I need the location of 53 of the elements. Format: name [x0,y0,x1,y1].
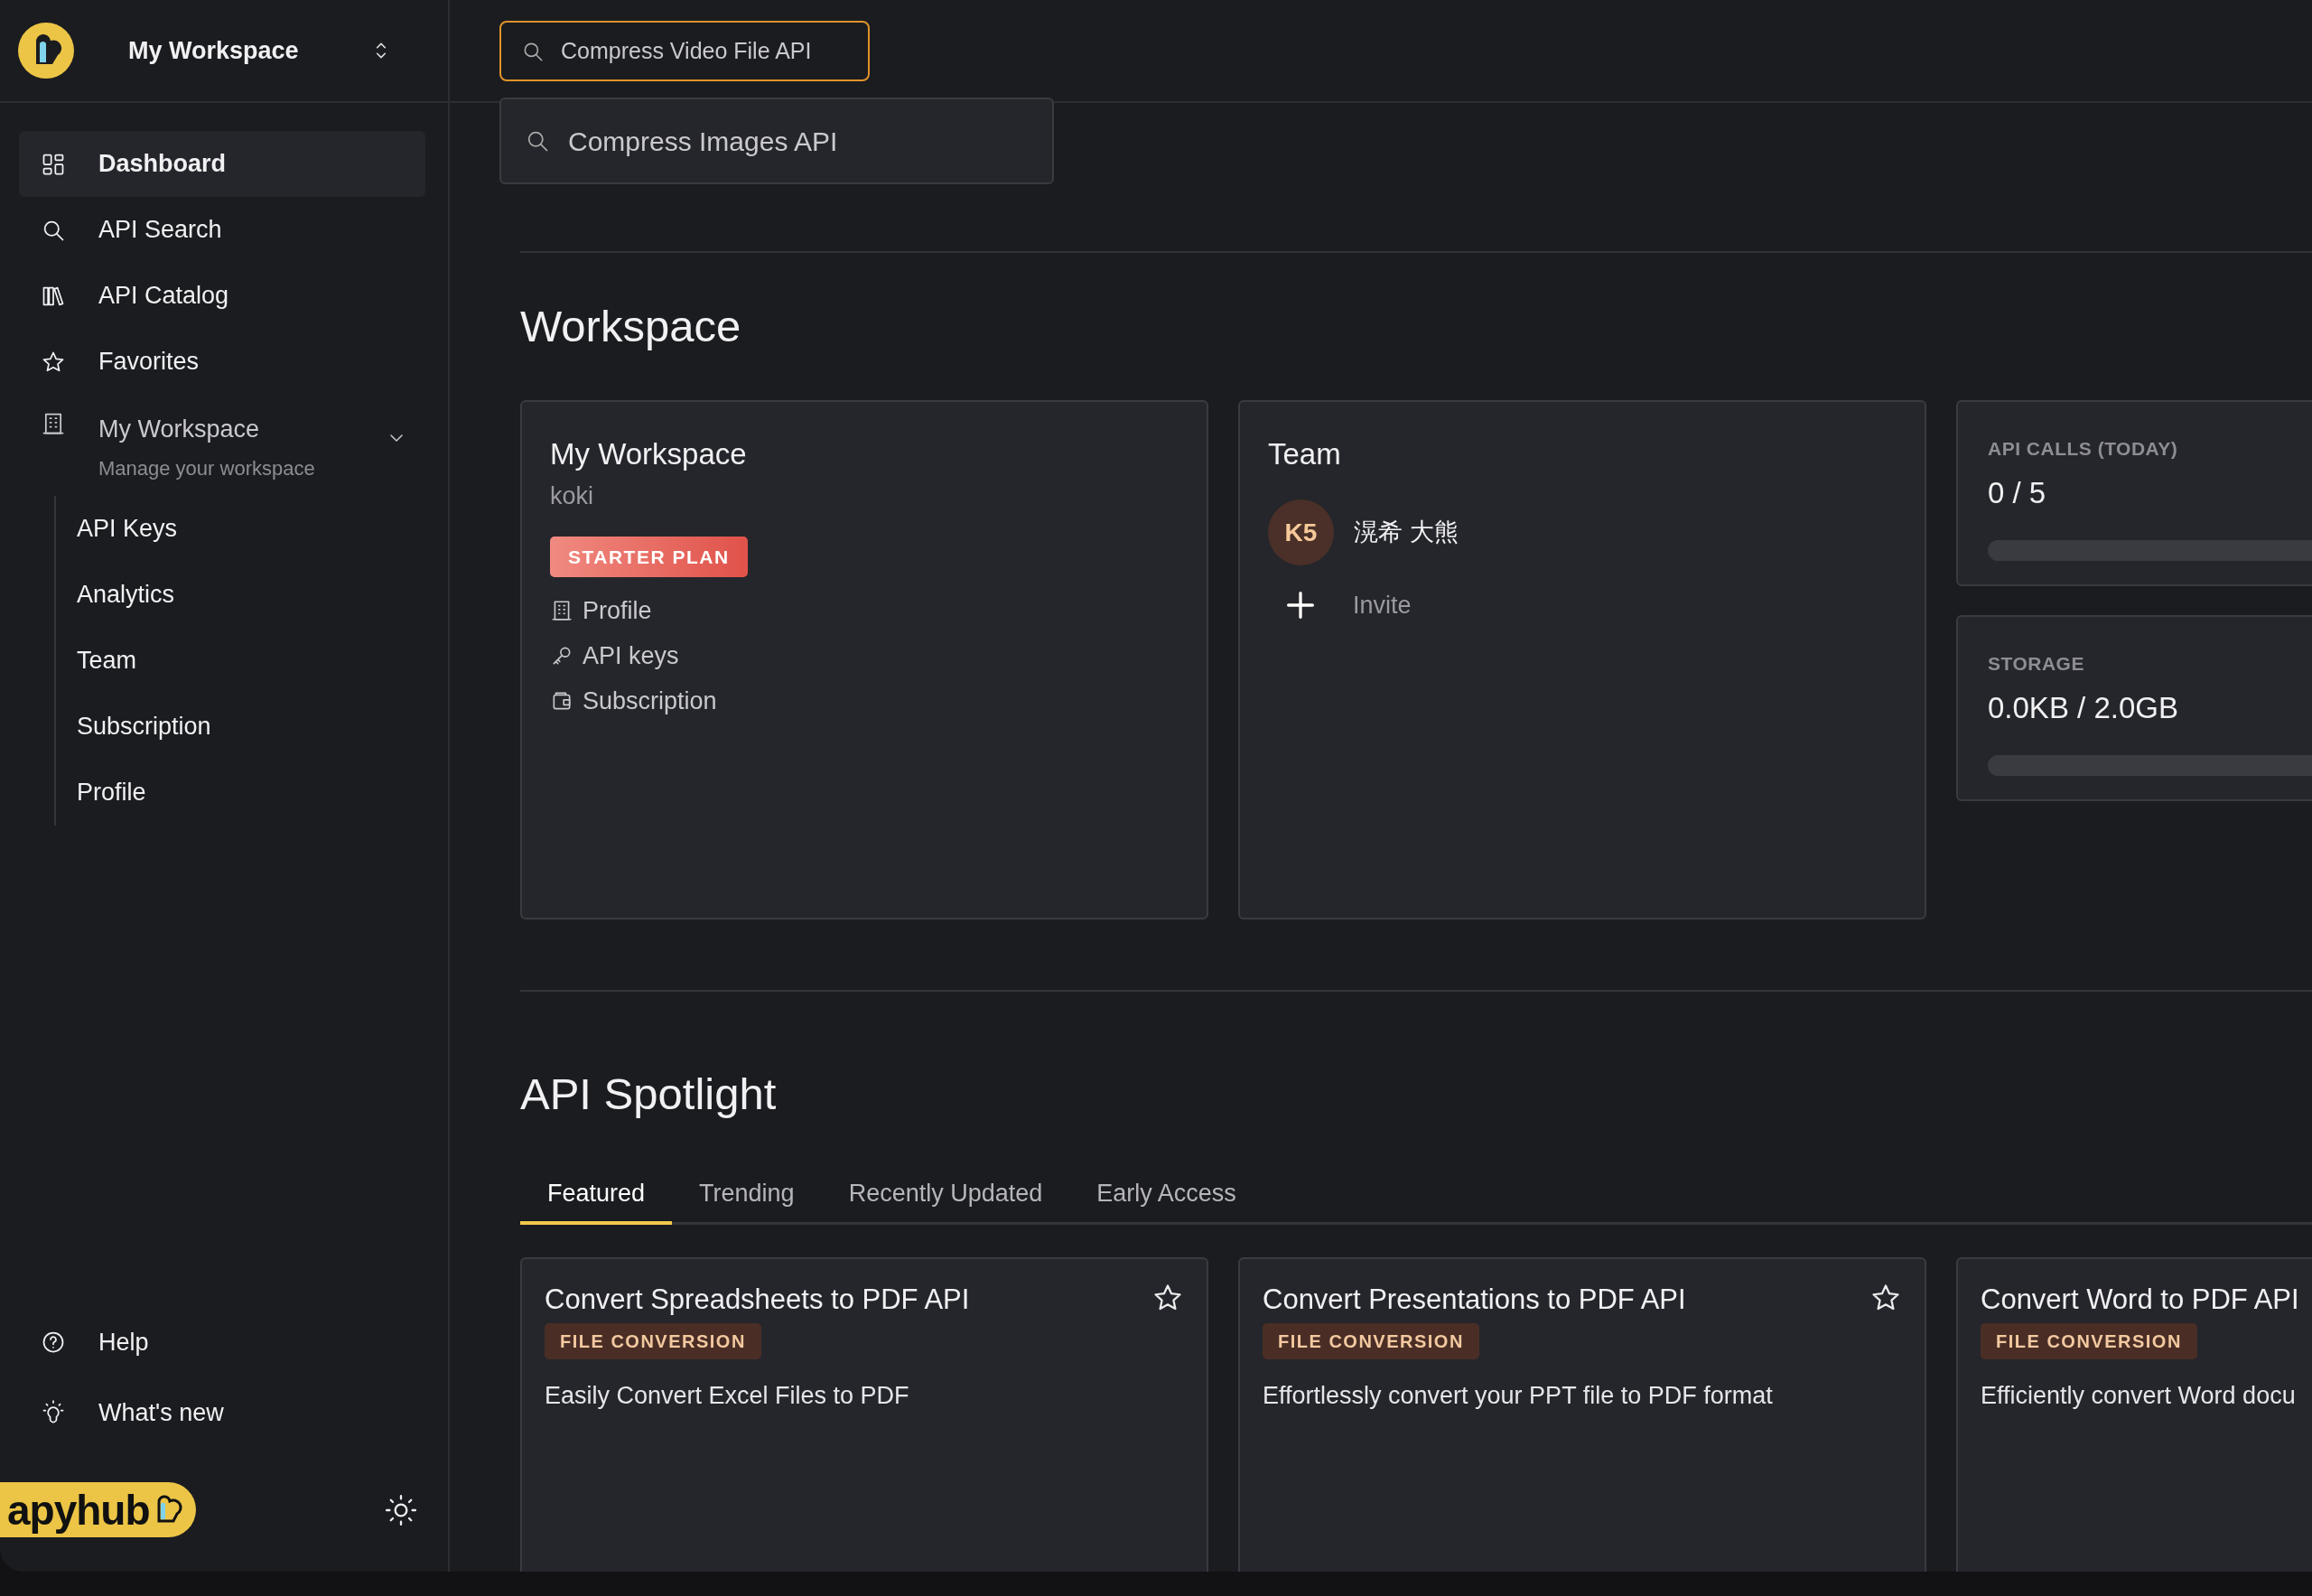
api-description: Effortlessly convert your PPT file to PDF format [1263,1381,1774,1411]
api-description: Easily Convert Excel Files to PDF [545,1381,910,1411]
tab[interactable]: Featured [520,1165,673,1225]
brand-logo[interactable]: apyhub [0,1482,196,1537]
building-icon [550,599,573,622]
section-heading: API Spotlight [520,1069,778,1120]
workspace-link[interactable]: Subscription [550,678,1179,723]
sidebar-link[interactable]: What's new [0,1377,448,1448]
plan-badge: STARTER PLAN [550,536,748,577]
workspace-owner: koki [550,481,594,511]
lightbulb-icon [41,1400,66,1425]
workspace-link[interactable]: Profile [550,588,1179,633]
sidebar-item[interactable]: API Search [19,197,425,263]
workspace-link[interactable]: API keys [550,633,1179,678]
sidebar-subitem[interactable]: Profile [56,759,425,826]
card-title: My Workspace [550,436,748,472]
category-tag: FILE CONVERSION [1981,1323,2197,1359]
stat-value: 0.0KB / 2.0GB [1988,689,2179,726]
card-title: Team [1268,436,1342,472]
logo-icon [18,23,74,79]
tab[interactable]: Recently Updated [821,1165,1070,1225]
api-title: Convert Spreadsheets to PDF API [545,1283,970,1317]
sidebar-item[interactable]: Dashboard [19,131,425,197]
sidebar-item[interactable]: Favorites [19,329,425,395]
section-heading: Workspace [520,301,742,352]
sidebar-subitem[interactable]: Analytics [56,561,425,628]
avatar: K5 [1268,499,1334,565]
tab[interactable]: Early Access [1069,1165,1263,1225]
sidebar-item[interactable]: My Workspace Manage your workspace [19,395,425,496]
api-description: Efficiently convert Word docu [1981,1381,2297,1411]
invite-link[interactable]: Invite [1268,587,1412,624]
sidebar-subitem[interactable]: API Keys [56,495,425,562]
stat-label: API CALLS (TODAY) [1988,437,2179,461]
member-name: 滉希 大熊 [1354,518,1459,548]
api-title: Convert Word to PDF API [1981,1283,2299,1317]
sidebar-subitem[interactable]: Subscription [56,693,425,760]
search-suggestion[interactable]: Compress Images API [499,98,1054,184]
api-title: Convert Presentations to PDF API [1263,1283,1686,1317]
sun-icon [384,1492,418,1527]
sidebar-subitem[interactable]: Team [56,627,425,694]
building-icon [41,411,66,436]
search-field[interactable]: Compress Video File API [499,20,870,81]
stat-value: 0 / 5 [1988,474,2047,511]
sidebar-link[interactable]: Help [0,1307,448,1377]
item-label: My Workspace [98,415,260,443]
workspace-name: My Workspace [128,35,299,66]
category-tag: FILE CONVERSION [1263,1323,1479,1359]
help-icon [41,1330,66,1355]
stat-label: STORAGE [1988,652,2085,676]
item-subtitle: Manage your workspace [98,455,315,481]
category-tag: FILE CONVERSION [545,1323,761,1359]
tab[interactable]: Trending [672,1165,822,1225]
sidebar-item[interactable]: API Catalog [19,263,425,329]
